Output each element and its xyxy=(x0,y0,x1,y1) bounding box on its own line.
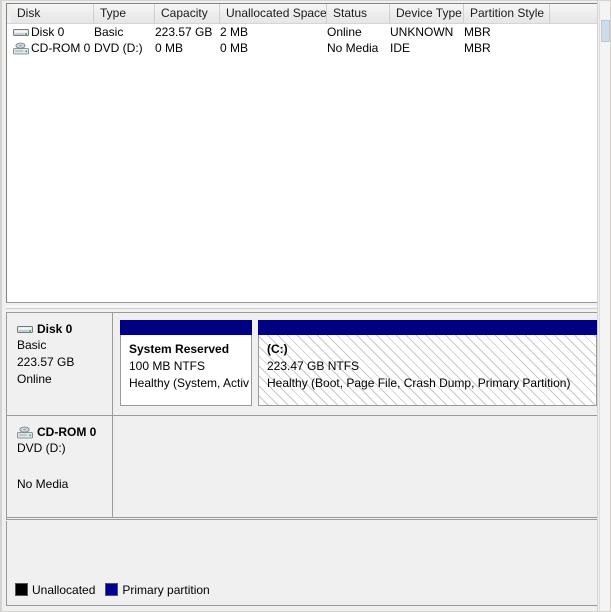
cell-capacity: 0 MB xyxy=(155,41,184,55)
graphical-view-pane[interactable]: Disk 0 Basic 223.57 GB Online System Reserve… xyxy=(6,312,598,520)
column-header-unallocated-space[interactable]: Unallocated Space xyxy=(220,4,327,23)
partition-details[interactable]: (C:) 223.47 GB NTFS Healthy (Boot, Page Fi… xyxy=(258,335,597,406)
cell-capacity: 223.57 GB xyxy=(155,25,213,39)
legend-row: Unallocated Primary partition xyxy=(15,583,220,597)
partition-strip: System Reserved 100 MB NTFS Healthy (Syste… xyxy=(120,320,597,406)
disk-capacity-label xyxy=(17,457,112,476)
disk-management-window: Disk Type Capacity Unallocated Space Status D… xyxy=(0,0,611,612)
cd-rom-icon xyxy=(17,426,33,439)
hard-disk-icon xyxy=(13,29,29,36)
partition-color-bar xyxy=(120,320,252,335)
legend-item: Unallocated xyxy=(15,583,95,597)
legend-swatch xyxy=(15,583,28,596)
vertical-scrollbar[interactable] xyxy=(599,2,610,610)
column-header-device-type[interactable]: Device Type xyxy=(390,4,464,23)
column-header-disk[interactable]: Disk xyxy=(11,4,94,23)
disk-graphic-row[interactable]: Disk 0 Basic 223.57 GB Online System Reserve… xyxy=(7,313,597,416)
disk-title: CD-ROM 0 xyxy=(17,424,112,440)
partition-size: 100 MB NTFS xyxy=(129,359,206,373)
partition-size: 223.47 GB NTFS xyxy=(267,359,360,373)
splitter-grip[interactable] xyxy=(6,306,598,309)
disk-graphic-row[interactable]: CD-ROM 0 DVD (D:) No Media xyxy=(7,416,597,518)
scrollbar-thumb[interactable] xyxy=(601,20,610,42)
hard-disk-icon xyxy=(17,326,33,333)
table-row[interactable]: Disk 0 Basic 223.57 GB 2 MB Online UNKNOWN MBR xyxy=(7,24,597,40)
cell-unallocated: 0 MB xyxy=(220,41,249,55)
cell-disk-label: CD-ROM 0 xyxy=(31,41,91,55)
disk-info-panel[interactable]: CD-ROM 0 DVD (D:) No Media xyxy=(7,416,113,517)
cd-rom-icon xyxy=(17,426,33,439)
disk-title: Disk 0 xyxy=(17,321,112,337)
empty-partition-area xyxy=(114,416,597,517)
legend-item: Primary partition xyxy=(105,583,210,597)
cell-disk-label: Disk 0 xyxy=(31,25,65,39)
cell-partition_style: MBR xyxy=(464,25,491,39)
partition-label: (C:) xyxy=(267,342,288,356)
disk-info-panel[interactable]: Disk 0 Basic 223.57 GB Online xyxy=(7,313,113,415)
volume-list-body[interactable]: Disk 0 Basic 223.57 GB 2 MB Online UNKNOWN MBR… xyxy=(7,24,597,302)
partition-health: Healthy (System, Activ xyxy=(129,376,250,390)
legend-swatch xyxy=(105,583,119,596)
disk-status-label: No Media xyxy=(17,477,69,491)
cd-rom-icon xyxy=(13,42,29,55)
cell-unallocated: 2 MB xyxy=(220,25,249,39)
partition-label: System Reserved xyxy=(129,342,230,356)
legend-label: Unallocated xyxy=(32,583,96,597)
cell-status: Online xyxy=(327,25,362,39)
cd-rom-icon xyxy=(13,42,29,55)
disk-name-label: CD-ROM 0 xyxy=(37,425,97,439)
cell-partition_style: MBR xyxy=(464,41,491,55)
partition-color-bar xyxy=(258,320,597,335)
hard-disk-icon xyxy=(13,26,29,39)
volume-list-header: Disk Type Capacity Unallocated Space Status D… xyxy=(7,4,597,24)
disk-name-label: Disk 0 xyxy=(37,322,73,336)
column-header-status[interactable]: Status xyxy=(327,4,390,23)
column-header-blank[interactable] xyxy=(550,4,597,23)
partition-block[interactable]: (C:) 223.47 GB NTFS Healthy (Boot, Page Fi… xyxy=(258,320,597,406)
volume-list-pane[interactable]: Disk Type Capacity Unallocated Space Status D… xyxy=(6,3,598,303)
partition-health: Healthy (Boot, Page File, Crash Dump, Pr… xyxy=(267,376,571,390)
disk-type-label: DVD (D:) xyxy=(17,441,66,455)
cell-type: Basic xyxy=(94,25,124,39)
table-row[interactable]: CD-ROM 0 DVD (D:) 0 MB 0 MB No Media IDE MBR xyxy=(7,40,597,56)
cell-status: No Media xyxy=(327,41,379,55)
right-separator xyxy=(597,0,598,612)
legend-label: Primary partition xyxy=(122,583,210,597)
disk-capacity-label: 223.57 GB xyxy=(17,355,75,369)
disk-type-label: Basic xyxy=(17,338,47,352)
cell-type: DVD (D:) xyxy=(94,41,143,55)
disk-status-label: Online xyxy=(17,372,52,386)
legend-area: Unallocated Primary partition xyxy=(6,521,598,606)
partition-block[interactable]: System Reserved 100 MB NTFS Healthy (Syste… xyxy=(120,320,252,406)
column-header-type[interactable]: Type xyxy=(94,4,155,23)
cell-device_type: IDE xyxy=(390,41,411,55)
partition-strip-container: System Reserved 100 MB NTFS Healthy (Syste… xyxy=(114,313,597,415)
hard-disk-icon xyxy=(17,323,33,336)
pane-splitter[interactable] xyxy=(6,304,598,312)
column-header-capacity[interactable]: Capacity xyxy=(155,4,220,23)
column-header-partition-style[interactable]: Partition Style xyxy=(464,4,550,23)
partition-details[interactable]: System Reserved 100 MB NTFS Healthy (Syste… xyxy=(120,335,252,406)
cell-device_type: UNKNOWN xyxy=(390,25,454,39)
